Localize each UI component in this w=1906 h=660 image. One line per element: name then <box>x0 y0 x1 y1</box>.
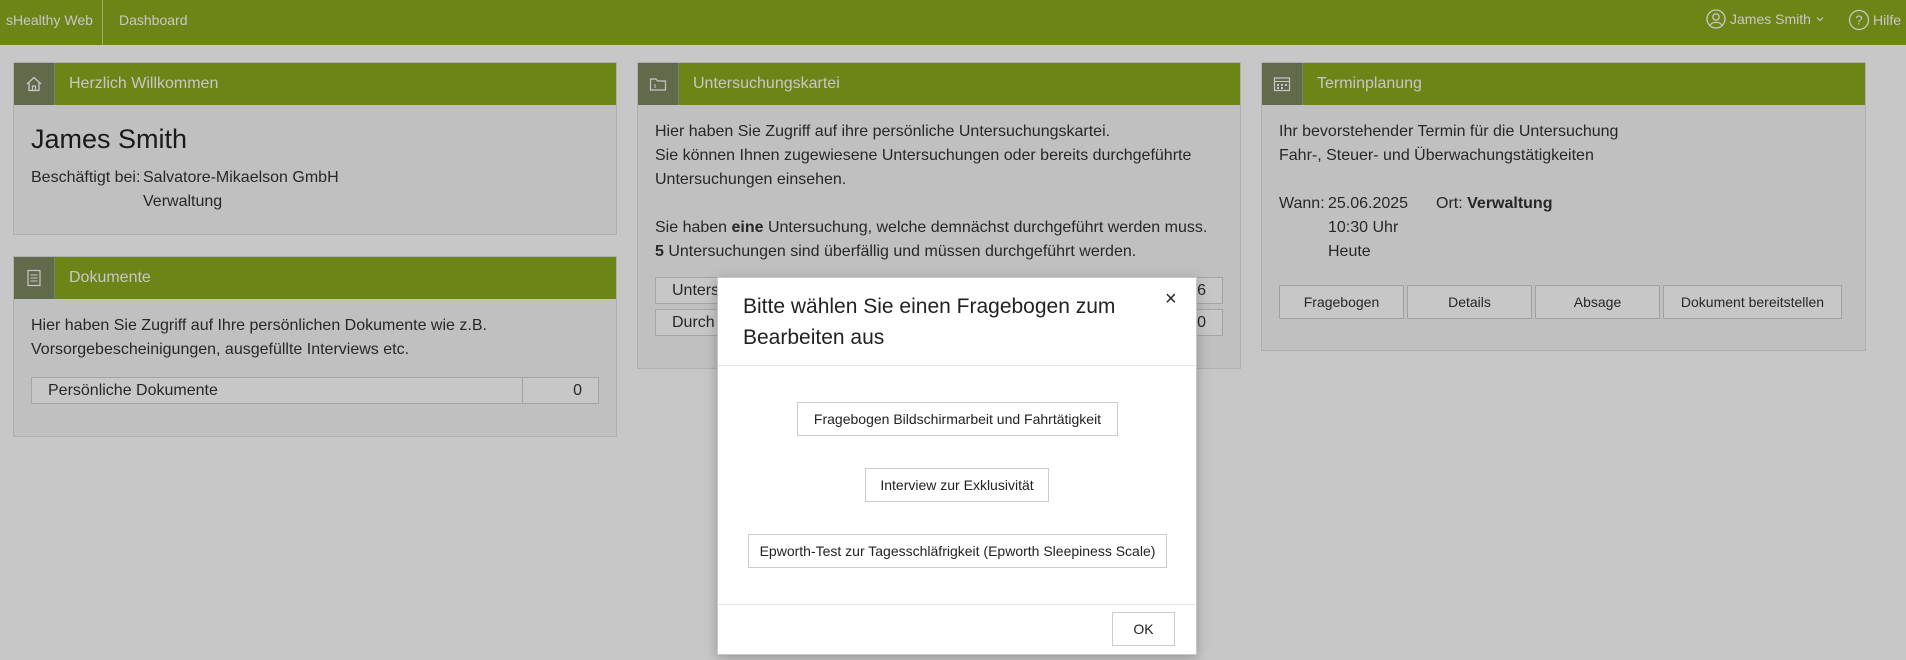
dialog-title: Bitte wählen Sie einen Fragebogen zum Be… <box>743 295 1116 349</box>
questionnaire-select-dialog: Bitte wählen Sie einen Fragebogen zum Be… <box>717 277 1197 655</box>
questionnaire-option-epworth[interactable]: Epworth-Test zur Tagesschläfrigkeit (Epw… <box>748 534 1167 568</box>
close-icon[interactable]: × <box>1165 288 1177 311</box>
ok-button[interactable]: OK <box>1112 612 1175 646</box>
dialog-header: Bitte wählen Sie einen Fragebogen zum Be… <box>718 278 1196 366</box>
questionnaire-option-exclusivity[interactable]: Interview zur Exklusivität <box>865 468 1049 502</box>
questionnaire-option-screen-driving[interactable]: Fragebogen Bildschirmarbeit und Fahrtäti… <box>797 402 1118 436</box>
dialog-footer-divider <box>718 604 1196 605</box>
